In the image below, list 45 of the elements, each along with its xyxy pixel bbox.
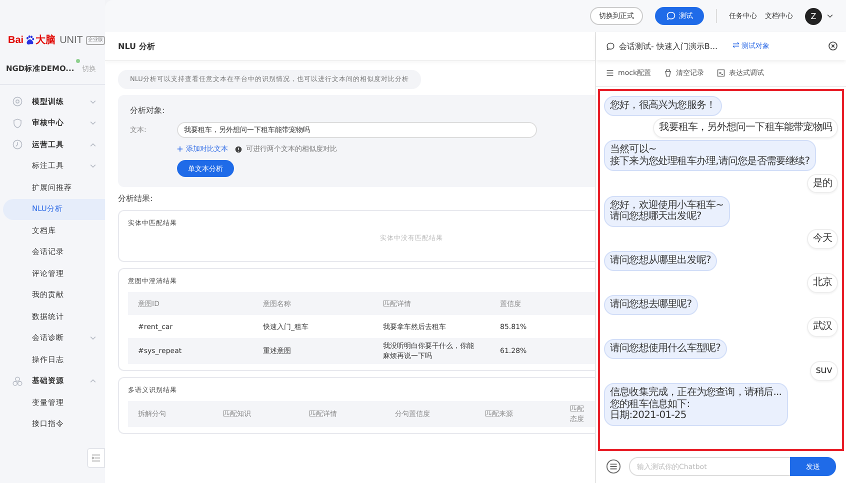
section-heading: 分析对象: — [130, 105, 166, 116]
bot-message: 您好，欢迎使用小车租车~ 请问您想哪天出发呢? — [604, 196, 730, 226]
target-icon — [12, 96, 23, 108]
chevron-icon — [89, 140, 97, 149]
info-icon — [235, 146, 242, 152]
close-icon[interactable] — [828, 41, 838, 51]
paw-icon — [24, 35, 35, 45]
swap-arrows-icon — [732, 42, 740, 48]
chevron-icon — [89, 377, 97, 386]
collapse-icon — [91, 453, 101, 463]
terminal-icon — [717, 69, 726, 77]
logo-text: Bai — [8, 34, 24, 46]
user-message: 今天 — [806, 229, 838, 248]
bot-message: 信息收集完成，正在为您查询，请稍后... 您的租车信息如下: 日期:2021-01-25 — [604, 383, 788, 426]
bot-message: 当然可以~ 接下来为您处理租车办理,请问您是否需要继续? — [604, 140, 816, 171]
trash-icon — [664, 69, 672, 77]
menu-icon[interactable] — [606, 459, 621, 474]
bot-message: 您好，很高兴为您服务！ — [604, 96, 722, 116]
user-avatar[interactable]: Z — [805, 8, 822, 24]
bot-message: 请问您想从哪里出发呢? — [604, 251, 717, 270]
bot-message: 请问您想使用什么车型呢? — [604, 339, 727, 358]
chat-bubble-icon — [666, 11, 676, 21]
user-message: 是的 — [806, 174, 838, 193]
chevron-icon — [89, 334, 97, 342]
chevron-icon — [89, 162, 97, 170]
user-message: 武汉 — [806, 317, 838, 336]
status-dot — [76, 59, 80, 63]
section-heading: 分析结果: — [118, 193, 154, 204]
chevron-icon[interactable] — [826, 12, 834, 20]
list-icon — [606, 69, 614, 77]
chevron-icon — [89, 98, 97, 106]
chat-title: 会话测试- 快速入门演示B... — [619, 40, 718, 52]
clock-icon — [12, 139, 23, 150]
chat-bubble-icon — [606, 42, 615, 50]
bot-message: 请问您想去哪里呢? — [604, 295, 698, 314]
logo-text: 大脑 — [36, 33, 56, 47]
user-message: 北京 — [806, 273, 838, 292]
user-message: suv — [810, 361, 838, 380]
product-name: UNIT — [60, 34, 83, 46]
chevron-icon — [89, 119, 97, 128]
page-title: NLU 分析 — [105, 32, 595, 61]
circles-icon — [12, 376, 23, 387]
plus-icon — [177, 146, 183, 152]
shield-icon — [12, 118, 23, 129]
user-message: 我要租车，另外想问一下租车能带宠物吗 — [653, 118, 838, 138]
